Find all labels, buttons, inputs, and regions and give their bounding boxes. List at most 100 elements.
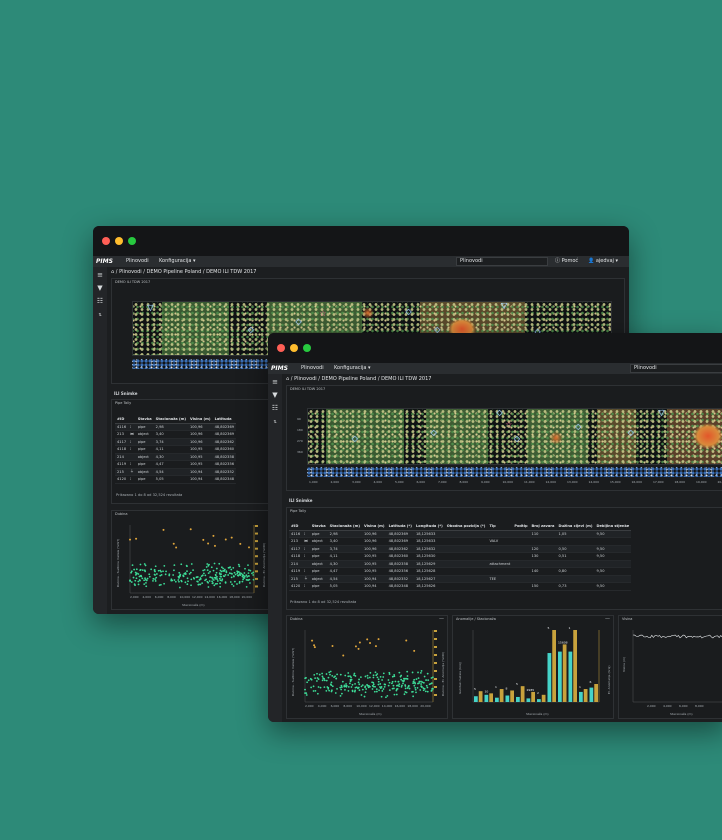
anomaly-marker-icon[interactable]: ▽ (501, 302, 507, 310)
sliders-icon[interactable]: ☷ (271, 404, 279, 412)
height-line-chart[interactable]: 2,000 4,000 6,000 8,000Stacionaža (m)Visina… (619, 616, 722, 719)
anomaly-marker-icon[interactable]: ▽ (147, 304, 153, 312)
pipelines-select[interactable]: Plinovodi (630, 364, 722, 373)
column-header[interactable]: Podtip (512, 522, 530, 531)
home-icon[interactable]: ⌂ (111, 269, 114, 275)
column-header[interactable]: Visina (m) (361, 522, 387, 531)
table-row[interactable]: 214 object 4,30 100,95 48,802358 18,125629 att… (289, 560, 632, 568)
maximize-window-button[interactable] (303, 344, 311, 352)
column-header[interactable]: Tip (487, 522, 513, 531)
depth-scatter-chart[interactable]: 2,000 4,000 6,000 8,000 10,000 12,000 14,000 16… (287, 616, 448, 719)
column-header[interactable]: Latituda (*) (386, 522, 414, 531)
table-row[interactable]: 215 ⏚ object 4,54 100,94 48,802352 18,125627 TE… (289, 575, 632, 583)
table-cell: 48,802352 (212, 468, 237, 476)
breadcrumb-item[interactable]: Plinovodi (119, 269, 142, 275)
table-cell: 2,98 (327, 530, 362, 538)
maximize-window-button[interactable] (128, 237, 136, 245)
table-cell (444, 567, 488, 576)
scatter-point (164, 573, 167, 576)
column-header[interactable]: #ID (115, 415, 129, 424)
help-link[interactable]: ⓘ Pomoć (555, 256, 578, 267)
anomaly-marker-icon[interactable]: ◇ (496, 409, 502, 417)
menu-icon[interactable]: ≡ (96, 271, 104, 279)
scatter-point (178, 574, 181, 577)
sliders-icon[interactable]: ☷ (96, 297, 104, 305)
nav-config[interactable]: Konfiguracija ▾ (159, 256, 196, 267)
table-row[interactable]: 4116 ⁞ pipe 2,98 100,96 48,802369 (115, 423, 237, 431)
column-header[interactable]: Stacionaža (m) (327, 522, 362, 531)
breadcrumb-item[interactable]: DEMO Pipeline Poland (322, 376, 377, 382)
filter-icon[interactable]: ▼ (96, 284, 104, 292)
anomaly-marker-icon[interactable]: ◇ (405, 308, 411, 316)
heatmap-chart[interactable]: ◇ ◇ ◇ ☆ ◇ ◇ ◇ ▽ (307, 408, 722, 465)
column-header[interactable]: Latituda (212, 415, 237, 424)
column-header[interactable]: Stavka (135, 415, 154, 424)
table-row[interactable]: 213 ⧓ object 3,40 100,96 48,802369 (115, 430, 237, 439)
compare-icon[interactable]: ⇅ (271, 418, 279, 426)
column-header[interactable]: Stacionaža (m) (153, 415, 188, 424)
y2-tick-mark (255, 585, 258, 588)
minimize-window-button[interactable] (290, 344, 298, 352)
scatter-point (305, 692, 308, 695)
table-cell: 100,94 (187, 475, 213, 484)
table-row[interactable]: 4116 ⁞ pipe 2,98 100,96 48,802369 18,125633 110… (289, 530, 632, 538)
anomaly-marker-icon[interactable]: ◇ (431, 429, 437, 437)
anomaly-marker-icon[interactable]: ◇ (575, 423, 581, 431)
column-header[interactable] (302, 522, 310, 531)
anomalies-bar-chart[interactable]: 5 10 1 8 5 29852 5 15608 1 1 6 Stacionaža (m) Gubita… (453, 616, 614, 719)
nav-pipelines[interactable]: Plinovodi (301, 363, 324, 374)
nav-pipelines[interactable]: Plinovodi (126, 256, 149, 267)
scatter-point (321, 675, 324, 678)
scatter-point (135, 572, 138, 575)
breadcrumb-item[interactable]: DEMO Pipeline Poland (147, 269, 202, 275)
star-marker-icon[interactable]: ☆ (319, 310, 326, 318)
scatter-point (230, 576, 233, 579)
nav-config[interactable]: Konfiguracija ▾ (334, 363, 371, 374)
anomaly-marker-icon[interactable]: ◇ (296, 318, 302, 326)
table-row[interactable]: 4120 ⁞ pipe 5,05 100,94 48,802348 18,125626 150… (289, 582, 632, 591)
column-header[interactable]: Longituda (*) (413, 522, 445, 531)
column-header[interactable]: Debljina stjenke (594, 522, 632, 531)
column-header[interactable]: Obodna pozicija (*) (444, 522, 488, 531)
column-header[interactable]: Broj zavara (529, 522, 557, 531)
x-tick-label: 4,000 (663, 704, 672, 708)
scatter-point (386, 694, 389, 697)
table-row[interactable]: 214 object 4,30 100,95 48,802358 (115, 453, 237, 461)
breadcrumb-item[interactable]: Plinovodi (294, 376, 317, 382)
star-marker-icon[interactable]: ☆ (505, 421, 512, 429)
anomaly-marker-icon[interactable]: ▽ (658, 409, 664, 417)
column-header[interactable] (128, 415, 136, 424)
scatter-point (417, 671, 419, 674)
column-header[interactable]: Visina (m) (187, 415, 213, 424)
table-row[interactable]: 4119 ⁞ pipe 4,47 100,95 48,802356 18,125628 140… (289, 567, 632, 576)
x-tick-label: 16,000 (217, 595, 228, 599)
minimize-window-button[interactable] (115, 237, 123, 245)
table-row[interactable]: 4119 ⁞ pipe 4,47 100,95 48,802356 (115, 460, 237, 469)
home-icon[interactable]: ⌂ (286, 376, 289, 382)
column-header[interactable]: #ID (289, 522, 303, 531)
menu-icon[interactable]: ≡ (271, 378, 279, 386)
table-row[interactable]: 4117 ⁞ pipe 3,74 100,96 48,802362 18,125632 120… (289, 545, 632, 553)
table-row[interactable]: 215 ⏚ object 4,54 100,94 48,802352 (115, 468, 237, 476)
pipelines-select[interactable]: Plinovodi (456, 257, 548, 266)
table-cell: 4,30 (327, 560, 362, 568)
compare-icon[interactable]: ⇅ (96, 311, 104, 319)
close-window-button[interactable] (277, 344, 285, 352)
column-header[interactable]: Stavka (309, 522, 328, 531)
column-header[interactable]: Dužina cijevi (m) (556, 522, 595, 531)
depth-scatter-chart[interactable]: 2,000 4,000 6,000 8,000 10,000 12,000 14,000 16… (112, 511, 269, 610)
anomaly-marker-icon[interactable]: ◇ (628, 429, 634, 437)
anomaly-marker-icon[interactable]: ◇ (352, 435, 358, 443)
user-menu[interactable]: 👤 ajedvaj ▾ (588, 256, 618, 267)
table-row[interactable]: 4117 ⁞ pipe 3,74 100,96 48,802362 (115, 438, 237, 446)
x-axis-label: Stacionaža (m) (670, 712, 693, 716)
table-row[interactable]: 4118 ⁞ pipe 4,11 100,95 48,802360 (115, 445, 237, 454)
table-row[interactable]: 4120 ⁞ pipe 5,05 100,94 48,802348 (115, 475, 237, 484)
filter-icon[interactable]: ▼ (271, 391, 279, 399)
anomaly-marker-icon[interactable]: ◇ (248, 326, 254, 334)
close-window-button[interactable] (102, 237, 110, 245)
x-axis-label: Stacionaža (m) (182, 603, 205, 607)
table-row[interactable]: 213 ⧓ object 3,40 100,96 48,802369 18,125633 VA… (289, 537, 632, 546)
anomaly-marker-icon[interactable]: ◇ (514, 435, 520, 443)
table-row[interactable]: 4118 ⁞ pipe 4,11 100,95 48,802360 18,125630 130… (289, 552, 632, 561)
